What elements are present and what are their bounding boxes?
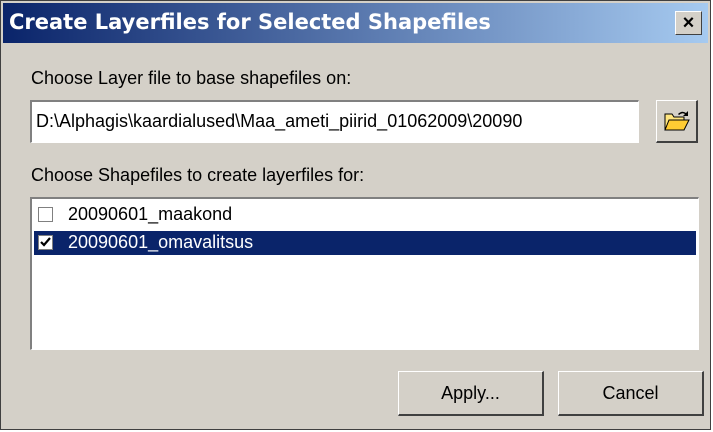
- close-button[interactable]: ×: [675, 11, 702, 35]
- checkbox-unchecked[interactable]: [38, 207, 53, 222]
- close-icon: ×: [682, 12, 695, 34]
- shapefile-item-label: 20090601_omavalitsus: [68, 232, 254, 252]
- shapefile-item-label: 20090601_maakond: [68, 204, 233, 224]
- layer-file-path-field[interactable]: D:\Alphagis\kaardialused\Maa_ameti_piiri…: [30, 100, 639, 143]
- window-title: Create Layerfiles for Selected Shapefile…: [9, 10, 491, 34]
- browse-button[interactable]: [656, 100, 698, 143]
- cancel-button[interactable]: Cancel: [558, 371, 704, 416]
- open-folder-icon: [664, 111, 690, 131]
- checkmark-icon: [40, 237, 51, 247]
- shapefile-item-maakond[interactable]: 20090601_maakond: [34, 203, 696, 227]
- create-layerfiles-dialog: Create Layerfiles for Selected Shapefile…: [0, 0, 711, 430]
- title-bar[interactable]: Create Layerfiles for Selected Shapefile…: [3, 3, 708, 43]
- checkbox-checked[interactable]: [38, 235, 53, 250]
- shapefiles-label: Choose Shapefiles to create layerfiles f…: [31, 165, 365, 185]
- layer-file-label: Choose Layer file to base shapefiles on:: [31, 68, 352, 88]
- shapefiles-list[interactable]: 20090601_maakond 20090601_omavalitsus: [30, 197, 699, 350]
- shapefile-item-omavalitsus[interactable]: 20090601_omavalitsus: [34, 231, 696, 255]
- apply-button[interactable]: Apply...: [398, 371, 544, 416]
- layer-file-path-value: D:\Alphagis\kaardialused\Maa_ameti_piiri…: [36, 111, 523, 131]
